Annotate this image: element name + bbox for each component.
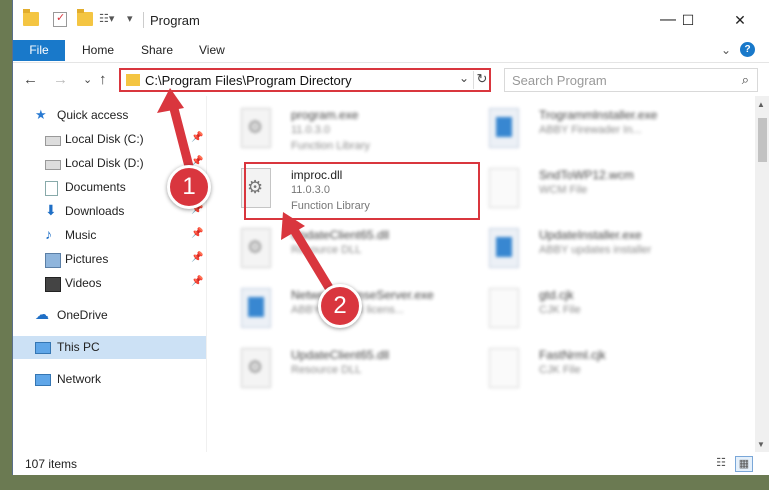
annotation-arrows <box>157 88 339 301</box>
callout-2: 2 <box>318 284 362 328</box>
arrow-2 <box>281 212 339 301</box>
callout-1: 1 <box>167 165 211 209</box>
